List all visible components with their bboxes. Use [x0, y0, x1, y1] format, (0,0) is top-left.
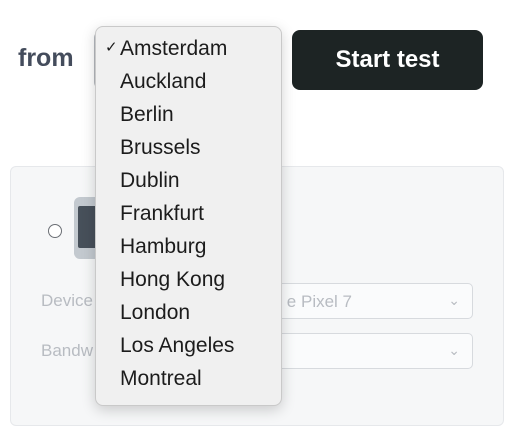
dropdown-option-label: Auckland	[120, 70, 207, 93]
dropdown-option-label: London	[120, 301, 191, 324]
dropdown-option-label: Hamburg	[120, 235, 207, 258]
dropdown-option[interactable]: Hong Kong	[96, 264, 281, 297]
dropdown-option[interactable]: Brussels	[96, 132, 281, 165]
dropdown-option[interactable]: Auckland	[96, 66, 281, 99]
chevron-down-icon: ⌄	[448, 292, 460, 308]
dropdown-option-label: Frankfurt	[120, 202, 205, 225]
dropdown-option[interactable]: Frankfurt	[96, 198, 281, 231]
dropdown-option[interactable]: London	[96, 297, 281, 330]
dropdown-option[interactable]: Hamburg	[96, 231, 281, 264]
start-test-button[interactable]: Start test	[292, 30, 483, 90]
device-radio[interactable]	[48, 224, 62, 238]
checkmark-icon: ✓	[105, 39, 118, 56]
bandwidth-field-label: Bandw	[41, 341, 93, 360]
chevron-down-icon: ⌄	[448, 342, 460, 358]
dropdown-option[interactable]: Los Angeles	[96, 330, 281, 363]
dropdown-option-label: Brussels	[120, 136, 201, 159]
dropdown-option-label: Dublin	[120, 169, 180, 192]
location-dropdown-menu[interactable]: ✓ Amsterdam Auckland Berlin Brussels Dublin Fr…	[95, 26, 282, 406]
dropdown-option-label: Montreal	[120, 367, 202, 390]
dropdown-option-label: Berlin	[120, 103, 174, 126]
dropdown-option[interactable]: Berlin	[96, 99, 281, 132]
dropdown-option-label: Los Angeles	[120, 334, 235, 357]
dropdown-option[interactable]: ✓ Amsterdam	[96, 33, 281, 66]
dropdown-option-label: Amsterdam	[120, 37, 228, 60]
dropdown-option[interactable]: Montreal	[96, 363, 281, 396]
device-field-label: Device	[41, 291, 93, 310]
device-select-value: e Pixel 7	[286, 292, 352, 311]
from-label: from	[18, 44, 74, 72]
dropdown-option[interactable]: Dublin	[96, 165, 281, 198]
dropdown-option-label: Hong Kong	[120, 268, 226, 291]
